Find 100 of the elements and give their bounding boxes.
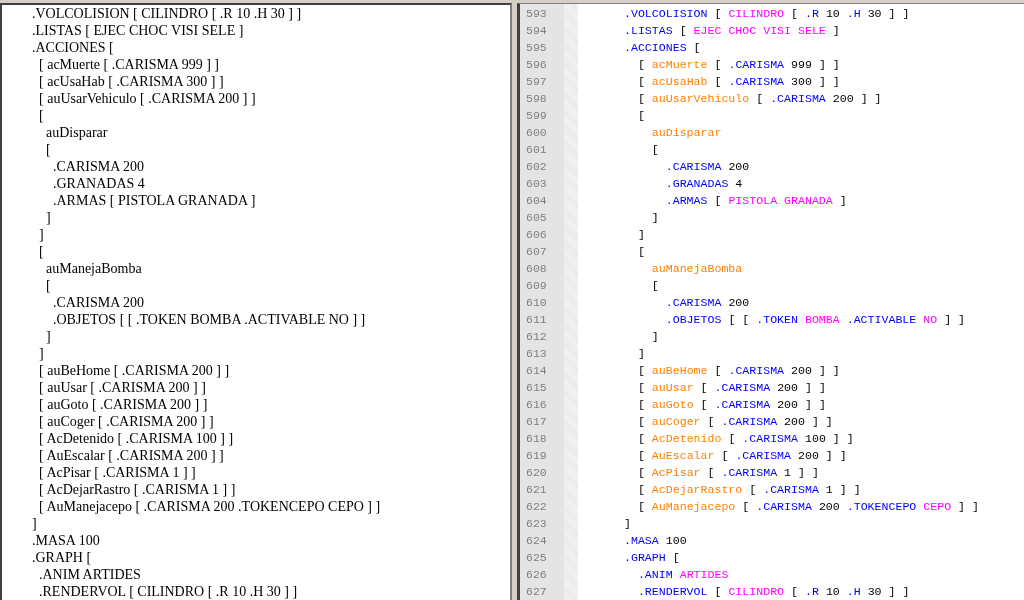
text-line: [ auUsarVehiculo [ .CARISMA 200 ] ] — [38, 91, 256, 106]
text-line: [ AuManejacepo [ .CARISMA 200 .TOKENCEPO CEPO ] ] — [38, 499, 381, 514]
text-line: .ANIM ARTIDES — [38, 567, 141, 582]
code-line: ] — [636, 228, 645, 241]
line-number: 617 — [526, 415, 547, 428]
text-line: ] — [32, 516, 37, 531]
line-number: 611 — [526, 313, 547, 326]
line-number: 595 — [526, 41, 547, 54]
line-number: 612 — [526, 330, 547, 343]
code-line: [ — [650, 143, 659, 156]
code-line: [ auBeHome [ .CARISMA 200 ] ] — [636, 364, 840, 377]
code-line: [ AcPisar [ .CARISMA 1 ] ] — [636, 466, 819, 479]
text-line: .GRAPH [ — [32, 550, 92, 565]
line-number: 623 — [526, 517, 547, 530]
line-number: 601 — [526, 143, 547, 156]
code-line: .ANIM ARTIDES — [636, 568, 729, 581]
code-line: .CARISMA 200 — [664, 296, 750, 309]
code-line: [ — [650, 279, 659, 292]
text-line: .ACCIONES [ — [32, 40, 114, 55]
text-line: .GRANADAS 4 — [52, 176, 145, 191]
code-line: [ auCoger [ .CARISMA 200 ] ] — [636, 415, 833, 428]
text-line: [ — [45, 142, 51, 157]
text-line: ] — [45, 210, 51, 225]
code-line: .ARMAS [ PISTOLA GRANADA ] — [664, 194, 847, 207]
code-line: [ — [636, 109, 645, 122]
text-line: .ARMAS [ PISTOLA GRANADA ] — [52, 193, 256, 208]
text-line: ] — [38, 346, 44, 361]
line-number: 616 — [526, 398, 547, 411]
code-line: ] — [650, 211, 659, 224]
code-line: ] — [636, 347, 645, 360]
code-line: .LISTAS [ EJEC CHOC VISI SELE ] — [624, 24, 840, 37]
line-number: 620 — [526, 466, 547, 479]
text-line: .LISTAS [ EJEC CHOC VISI SELE ] — [32, 23, 244, 38]
code-line: ] — [624, 517, 631, 530]
text-line: [ — [38, 244, 44, 259]
code-line: [ AcDetenido [ .CARISMA 100 ] ] — [636, 432, 854, 445]
line-number: 596 — [526, 58, 547, 71]
text-line: [ auGoto [ .CARISMA 200 ] ] — [38, 397, 208, 412]
line-number: 613 — [526, 347, 547, 360]
text-line: .CARISMA 200 — [52, 159, 145, 174]
line-number: 600 — [526, 126, 547, 139]
text-line: [ acUsaHab [ .CARISMA 300 ] ] — [38, 74, 224, 89]
line-number: 606 — [526, 228, 547, 241]
line-number: 593 — [526, 7, 547, 20]
line-number: 603 — [526, 177, 547, 190]
line-number: 605 — [526, 211, 547, 224]
code-line: .GRAPH [ — [624, 551, 680, 564]
line-number: 610 — [526, 296, 547, 309]
text-line: [ auBeHome [ .CARISMA 200 ] ] — [38, 363, 230, 378]
line-number: 607 — [526, 245, 547, 258]
line-number: 597 — [526, 75, 547, 88]
text-line: .CARISMA 200 — [52, 295, 145, 310]
line-number: 604 — [526, 194, 547, 207]
text-line: .MASA 100 — [32, 533, 100, 548]
code-line: [ AcDejarRastro [ .CARISMA 1 ] ] — [636, 483, 861, 496]
text-line: [ auCoger [ .CARISMA 200 ] ] — [38, 414, 214, 429]
line-number: 602 — [526, 160, 547, 173]
text-line: auManejaBomba — [45, 261, 142, 276]
line-number: 599 — [526, 109, 547, 122]
code-line: [ auGoto [ .CARISMA 200 ] ] — [636, 398, 826, 411]
code-line: [ auUsar [ .CARISMA 200 ] ] — [636, 381, 826, 394]
line-number: 618 — [526, 432, 547, 445]
code-line: [ acUsaHab [ .CARISMA 300 ] ] — [636, 75, 840, 88]
text-line: [ AcPisar [ .CARISMA 1 ] ] — [38, 465, 196, 480]
line-number: 598 — [526, 92, 547, 105]
text-line: .OBJETOS [ [ .TOKEN BOMBA .ACTIVABLE NO ] ] — [52, 312, 366, 327]
code-line: [ AuManejacepo [ .CARISMA 200 .TOKENCEPO CEPO ] ] — [636, 500, 979, 513]
text-line: [ AuEscalar [ .CARISMA 200 ] ] — [38, 448, 224, 463]
text-line: ] — [38, 227, 44, 242]
text-line: .VOLCOLISION [ CILINDRO [ .R 10 .H 30 ] ] — [32, 6, 302, 21]
editor-pane[interactable] — [517, 3, 1024, 600]
code-line: auDisparar — [650, 126, 722, 139]
text-line: ] — [45, 329, 51, 344]
text-line: [ AcDejarRastro [ .CARISMA 1 ] ] — [38, 482, 236, 497]
line-number: 619 — [526, 449, 547, 462]
text-line: .RENDERVOL [ CILINDRO [ .R 10 .H 30 ] ] — [38, 584, 298, 599]
code-line: [ — [636, 245, 645, 258]
code-line: .GRANADAS 4 — [664, 177, 743, 190]
text-line: [ — [45, 278, 51, 293]
line-number: 594 — [526, 24, 547, 37]
line-number: 614 — [526, 364, 547, 377]
line-number: 615 — [526, 381, 547, 394]
text-line: [ — [38, 108, 44, 123]
code-line: [ auUsarVehiculo [ .CARISMA 200 ] ] — [636, 92, 882, 105]
text-line: auDisparar — [45, 125, 108, 140]
code-line: .OBJETOS [ [ .TOKEN BOMBA .ACTIVABLE NO ] ] — [664, 313, 965, 326]
line-number: 621 — [526, 483, 547, 496]
code-line: [ acMuerte [ .CARISMA 999 ] ] — [636, 58, 840, 71]
code-line: [ AuEscalar [ .CARISMA 200 ] ] — [636, 449, 847, 462]
line-number: 624 — [526, 534, 547, 547]
text-line: [ AcDetenido [ .CARISMA 100 ] ] — [38, 431, 234, 446]
code-line: .RENDERVOL [ CILINDRO [ .R 10 .H 30 ] ] — [636, 585, 910, 598]
text-pane[interactable] — [0, 3, 512, 600]
code-line: .VOLCOLISION [ CILINDRO [ .R 10 .H 30 ] ] — [624, 7, 910, 20]
code-line: .MASA 100 — [624, 534, 687, 547]
text-line: [ auUsar [ .CARISMA 200 ] ] — [38, 380, 206, 395]
line-number: 626 — [526, 568, 547, 581]
code-line: .ACCIONES [ — [624, 41, 701, 54]
line-number: 627 — [526, 585, 547, 598]
text-line: [ acMuerte [ .CARISMA 999 ] ] — [38, 57, 220, 72]
